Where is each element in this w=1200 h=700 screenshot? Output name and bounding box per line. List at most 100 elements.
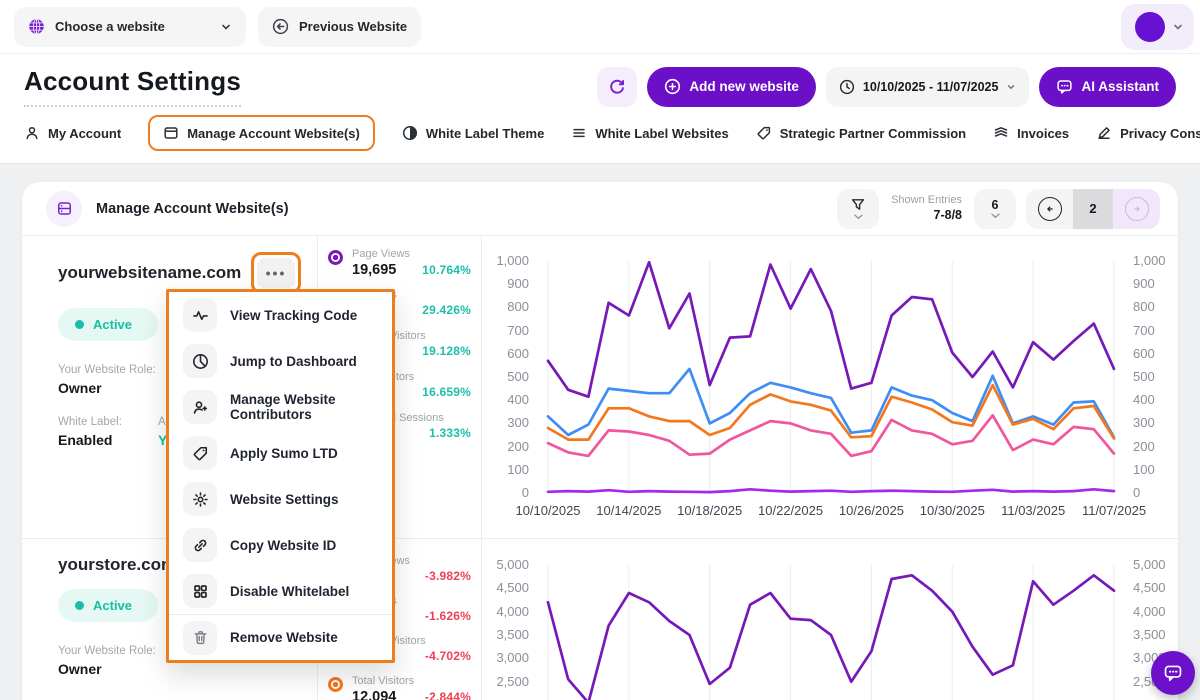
traffic-chart-1: 1,0009008007006005004003002001000 10/10/…	[482, 236, 1178, 538]
status-badge: Active	[58, 308, 158, 341]
tab-strategic-partner-commission[interactable]: Strategic Partner Commission	[756, 125, 966, 141]
chart-plot: 10/10/202510/14/202510/18/202510/22/2025…	[536, 565, 1126, 700]
page-title: Account Settings	[24, 66, 241, 107]
status-dot-icon	[75, 320, 84, 329]
chart-plot: 10/10/202510/14/202510/18/202510/22/2025…	[536, 261, 1126, 538]
header-actions: Add new website 10/10/2025 - 11/07/2025 …	[597, 67, 1176, 107]
menu-item-jump-to-dashboard[interactable]: Jump to Dashboard	[169, 338, 392, 384]
tab-white-label-theme[interactable]: White Label Theme	[402, 125, 544, 141]
back-arrow-icon	[272, 18, 289, 35]
date-range-label: 10/10/2025 - 11/07/2025	[863, 80, 999, 94]
menu-item-copy-website-id[interactable]: Copy Website ID	[169, 522, 392, 568]
menu-item-manage-website-contributors[interactable]: Manage Website Contributors	[169, 384, 392, 430]
page-views-icon	[328, 250, 343, 265]
chat-bubble-icon	[1162, 662, 1184, 684]
white-label-status: White Label: Enabled	[58, 416, 122, 448]
website-actions-button[interactable]: •••	[251, 252, 301, 294]
traffic-chart-2: 5,0004,5004,0003,5003,0002,5002,000 10/1…	[482, 539, 1178, 700]
x-axis-labels: 10/10/202510/14/202510/18/202510/22/2025…	[536, 493, 1126, 521]
ai-assistant-button[interactable]: AI Assistant	[1039, 67, 1176, 107]
tab-label: White Label Websites	[595, 126, 728, 141]
browser-icon	[163, 125, 179, 141]
shown-entries-value: 7-8/8	[891, 208, 962, 224]
tab-my-account[interactable]: My Account	[24, 125, 121, 141]
link-icon	[183, 528, 217, 562]
menu-item-label: Copy Website ID	[230, 538, 336, 553]
layers-icon	[993, 125, 1009, 141]
chevron-down-icon	[1006, 82, 1016, 92]
panel-title: Manage Account Website(s)	[96, 201, 289, 217]
chat-icon	[1056, 78, 1073, 95]
page-size-value: 6	[992, 198, 999, 212]
menu-item-label: View Tracking Code	[230, 308, 357, 323]
page: Choose a website Previous Website Accoun…	[0, 0, 1200, 700]
tab-white-label-websites[interactable]: White Label Websites	[571, 125, 728, 141]
tab-privacy-consents[interactable]: Privacy Consents	[1096, 125, 1200, 141]
refresh-icon	[608, 78, 626, 96]
ellipsis-icon: •••	[257, 258, 295, 288]
choose-website-label: Choose a website	[55, 19, 165, 34]
menu-item-label: Jump to Dashboard	[230, 354, 357, 369]
database-icon	[46, 191, 82, 227]
tab-label: My Account	[48, 126, 121, 141]
arrow-right-icon	[1125, 197, 1149, 221]
user-icon	[24, 125, 40, 141]
funnel-icon	[850, 197, 866, 213]
current-page: 2	[1073, 189, 1113, 229]
menu-item-website-settings[interactable]: Website Settings	[169, 476, 392, 522]
pagination: 2	[1026, 189, 1160, 229]
pen-icon	[1096, 125, 1112, 141]
add-new-website-button[interactable]: Add new website	[647, 67, 816, 107]
menu-item-label: Apply Sumo LTD	[230, 446, 338, 461]
filter-button[interactable]	[837, 189, 879, 229]
pie-chart-icon	[183, 344, 217, 378]
tab-label: Strategic Partner Commission	[780, 126, 966, 141]
date-range-picker[interactable]: 10/10/2025 - 11/07/2025	[826, 67, 1030, 107]
choose-website-dropdown[interactable]: Choose a website	[14, 7, 246, 47]
menu-item-label: Disable Whitelabel	[230, 584, 349, 599]
prev-page-button[interactable]	[1026, 189, 1073, 229]
menu-item-apply-sumo-ltd[interactable]: Apply Sumo LTD	[169, 430, 392, 476]
account-menu[interactable]	[1121, 4, 1194, 50]
plus-circle-icon	[664, 78, 681, 95]
tab-label: Privacy Consents	[1120, 126, 1200, 141]
chevron-down-icon	[854, 214, 863, 220]
list-icon	[571, 125, 587, 141]
arrow-left-icon	[1038, 197, 1062, 221]
refresh-button[interactable]	[597, 67, 637, 107]
avatar	[1135, 12, 1165, 42]
tab-invoices[interactable]: Invoices	[993, 125, 1069, 141]
chevron-down-icon	[220, 21, 232, 33]
previous-website-button[interactable]: Previous Website	[258, 7, 421, 47]
next-page-button[interactable]	[1113, 189, 1160, 229]
website-name: yourstore.com	[58, 555, 176, 575]
tab-label: Manage Account Website(s)	[187, 126, 360, 141]
activity-icon	[183, 298, 217, 332]
menu-item-disable-whitelabel[interactable]: Disable Whitelabel	[169, 568, 392, 614]
total-visitors-icon	[328, 677, 343, 692]
status-badge: Active	[58, 589, 158, 622]
menu-item-remove-website[interactable]: Remove Website	[169, 614, 392, 660]
top-bar: Choose a website Previous Website	[0, 0, 1200, 54]
contrast-icon	[402, 125, 418, 141]
panel-toolbar: Shown Entries 7-8/8 6 2	[837, 189, 1160, 229]
add-new-website-label: Add new website	[689, 79, 799, 94]
shown-entries-label: Shown Entries	[891, 194, 962, 208]
y-axis-right: 1,0009008007006005004003002001000	[1126, 261, 1174, 538]
gear-icon	[183, 482, 217, 516]
website-name: yourwebsitename.com	[58, 263, 241, 283]
settings-tabs: My Account Manage Account Website(s) Whi…	[0, 113, 1200, 164]
y-axis-left: 5,0004,5004,0003,5003,0002,5002,000	[488, 565, 536, 700]
globe-icon	[28, 18, 45, 35]
support-chat-button[interactable]	[1151, 651, 1195, 695]
menu-item-view-tracking-code[interactable]: View Tracking Code	[169, 292, 392, 338]
tab-manage-account-websites[interactable]: Manage Account Website(s)	[148, 115, 375, 151]
chevron-down-icon	[1172, 21, 1184, 33]
menu-item-label: Website Settings	[230, 492, 339, 507]
tab-label: Invoices	[1017, 126, 1069, 141]
website-actions-menu: View Tracking Code Jump to Dashboard Man…	[166, 289, 395, 663]
menu-item-label: Manage Website Contributors	[230, 392, 378, 422]
stat-page-views: Page Views 19,69510.764%	[328, 248, 471, 289]
page-size-select[interactable]: 6	[974, 189, 1016, 229]
menu-item-label: Remove Website	[230, 630, 338, 645]
